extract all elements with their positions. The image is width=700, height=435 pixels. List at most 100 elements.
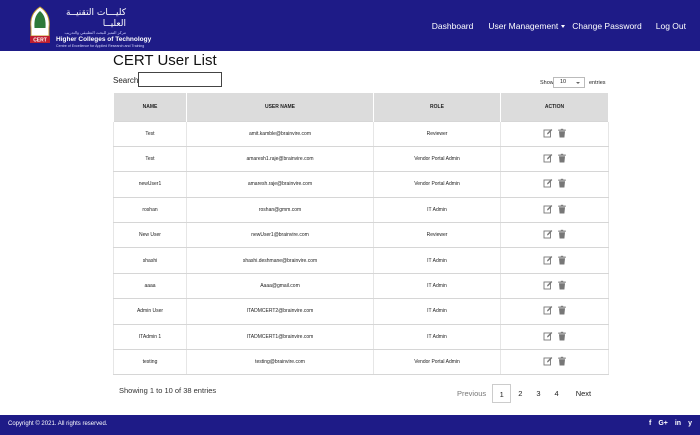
cell-role: IT Admin xyxy=(373,298,501,325)
nav-user-management[interactable]: User Management xyxy=(488,21,566,31)
twitter-icon[interactable]: y xyxy=(688,420,692,427)
user-table: NAME USER NAME ROLE ACTION Test amit.kamb… xyxy=(113,93,609,376)
cell-role: IT Admin xyxy=(373,273,501,300)
trash-icon[interactable] xyxy=(557,204,567,214)
page-title: CERT User List xyxy=(113,52,217,69)
column-header-role[interactable]: ROLE xyxy=(373,93,501,121)
page-size-value: 10 xyxy=(560,79,567,85)
pagination-next[interactable]: Next xyxy=(566,384,598,403)
table-row: New User newUser1@brainvire.com Reviewer xyxy=(113,222,609,249)
brand-block: كليـــات التقنيــة العليــا مركز التميز … xyxy=(56,8,151,49)
cell-username: amaresh.raje@brainvire.com xyxy=(186,171,374,198)
table-row: testing testing@brainvire.com Vendor Porta… xyxy=(113,349,609,376)
cell-username: roshan@gmm.com xyxy=(186,197,374,224)
cell-username: ITADMCERT1@brainvire.com xyxy=(186,324,374,351)
row-actions xyxy=(543,153,567,163)
row-actions xyxy=(543,128,567,138)
cell-role: IT Admin xyxy=(373,197,501,224)
cell-name: Admin User xyxy=(113,298,187,325)
pagination-page-4[interactable]: 4 xyxy=(548,384,566,403)
row-actions xyxy=(543,280,567,290)
table-row: roshan roshan@gmm.com IT Admin xyxy=(113,197,609,224)
edit-icon[interactable] xyxy=(543,255,553,265)
row-actions xyxy=(543,229,567,239)
chevron-down-icon xyxy=(576,82,580,84)
edit-icon[interactable] xyxy=(543,280,553,290)
table-row: Test amit.kamble@brainvire.com Reviewer xyxy=(113,120,609,147)
edit-icon[interactable] xyxy=(543,229,553,239)
column-header-username[interactable]: USER NAME xyxy=(186,93,374,121)
cell-username: newUser1@brainvire.com xyxy=(186,222,374,249)
cell-username: ITADMCERT2@brainvire.com xyxy=(186,298,374,325)
pagination-page-2[interactable]: 2 xyxy=(511,384,529,403)
cell-name: Test xyxy=(113,120,187,147)
pagination-previous[interactable]: Previous xyxy=(450,384,492,403)
row-actions xyxy=(543,331,567,341)
edit-icon[interactable] xyxy=(543,356,553,366)
search-input[interactable] xyxy=(138,72,222,87)
table-row: Admin User ITADMCERT2@brainvire.com IT Adm… xyxy=(113,298,609,325)
cell-name: newUser1 xyxy=(113,171,187,198)
logo-text: CERT xyxy=(33,38,47,44)
trash-icon[interactable] xyxy=(557,356,567,366)
cell-action xyxy=(500,324,609,351)
row-actions xyxy=(543,204,567,214)
linkedin-icon[interactable]: in xyxy=(675,420,681,427)
cell-role: Vendor Portal Admin xyxy=(373,349,501,376)
cell-name: roshan xyxy=(113,197,187,224)
cell-name: New User xyxy=(113,222,187,249)
copyright-text: Copyright © 2021. All rights reserved. xyxy=(8,421,108,427)
pagination: Previous 1 2 3 4 Next xyxy=(450,384,598,403)
trash-icon[interactable] xyxy=(557,229,567,239)
pagination-summary: Showing 1 to 10 of 38 entries xyxy=(119,386,217,395)
cell-action xyxy=(500,197,609,224)
table-header-row: NAME USER NAME ROLE ACTION xyxy=(113,93,609,121)
entries-label: entries xyxy=(589,80,606,86)
trash-icon[interactable] xyxy=(557,280,567,290)
cell-username: amit.kamble@brainvire.com xyxy=(186,120,374,147)
nav-change-password[interactable]: Change Password xyxy=(572,21,641,31)
hct-logo[interactable]: CERT xyxy=(28,6,52,44)
search-label: Search: xyxy=(113,76,141,85)
trash-icon[interactable] xyxy=(557,305,567,315)
trash-icon[interactable] xyxy=(557,128,567,138)
table-row: Test amaresh1.raje@brainvire.com Vendor Po… xyxy=(113,146,609,173)
trash-icon[interactable] xyxy=(557,153,567,163)
google-plus-icon[interactable]: G+ xyxy=(658,420,668,427)
brand-arabic: كليـــات التقنيــة العليــا xyxy=(65,8,126,29)
edit-icon[interactable] xyxy=(543,128,553,138)
cell-username: Aaaa@gmail.com xyxy=(186,273,374,300)
cell-role: IT Admin xyxy=(373,324,501,351)
edit-icon[interactable] xyxy=(543,153,553,163)
cell-action xyxy=(500,120,609,147)
row-actions xyxy=(543,356,567,366)
trash-icon[interactable] xyxy=(557,255,567,265)
edit-icon[interactable] xyxy=(543,331,553,341)
nav-dashboard[interactable]: Dashboard xyxy=(432,21,474,31)
pagination-page-1[interactable]: 1 xyxy=(492,384,512,403)
cell-username: testing@brainvire.com xyxy=(186,349,374,376)
cell-name: testing xyxy=(113,349,187,376)
edit-icon[interactable] xyxy=(543,178,553,188)
show-label: Show xyxy=(540,80,554,86)
table-body: Test amit.kamble@brainvire.com Reviewer Tes… xyxy=(113,120,609,376)
social-links: f G+ in y xyxy=(649,420,692,427)
top-navbar: CERT كليـــات التقنيــة العليــا مركز ال… xyxy=(0,0,700,51)
column-header-action: ACTION xyxy=(500,93,609,121)
table-row: ITAdmin 1 ITADMCERT1@brainvire.com IT Admi… xyxy=(113,324,609,351)
cell-action xyxy=(500,171,609,198)
trash-icon[interactable] xyxy=(557,331,567,341)
footer: Copyright © 2021. All rights reserved. f… xyxy=(0,415,700,435)
edit-icon[interactable] xyxy=(543,305,553,315)
column-header-name[interactable]: NAME xyxy=(113,93,187,121)
edit-icon[interactable] xyxy=(543,204,553,214)
pagination-page-3[interactable]: 3 xyxy=(529,384,547,403)
facebook-icon[interactable]: f xyxy=(649,420,651,427)
page-size-select[interactable]: 10 xyxy=(553,77,585,88)
cell-action xyxy=(500,298,609,325)
trash-icon[interactable] xyxy=(557,178,567,188)
table-row: shashi shashi.deshmane@brainvire.com IT Ad… xyxy=(113,247,609,274)
brand-english: Higher Colleges of Technology xyxy=(56,36,152,43)
cell-role: IT Admin xyxy=(373,247,501,274)
nav-logout[interactable]: Log Out xyxy=(656,21,686,31)
